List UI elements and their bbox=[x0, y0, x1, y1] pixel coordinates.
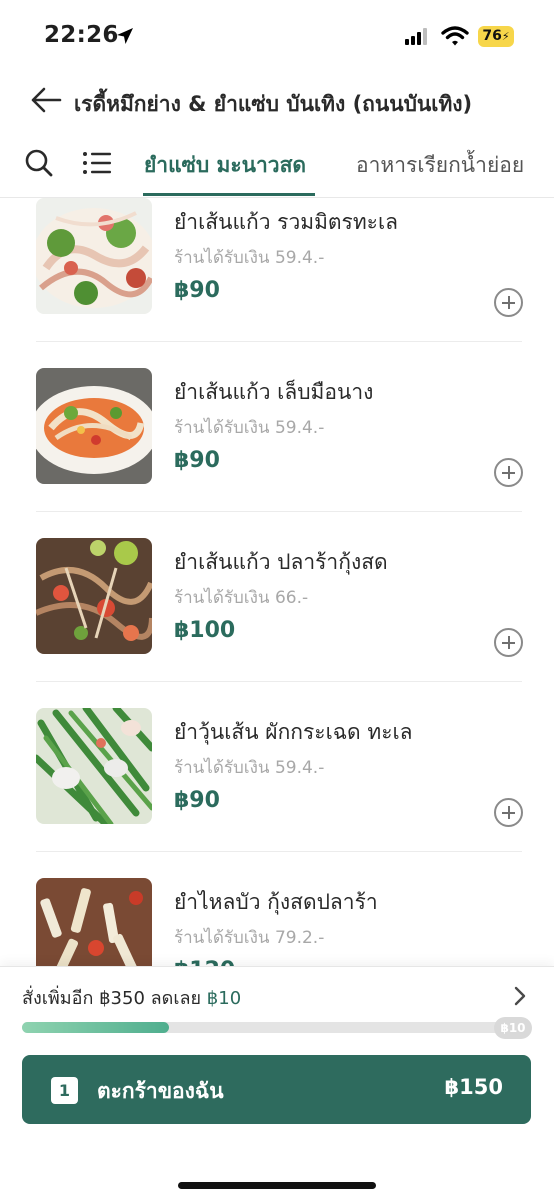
back-arrow-icon[interactable] bbox=[30, 86, 62, 114]
menu-item[interactable]: ยำไหลบัว กุ้งสดปลาร้า ร้านได้รับเงิน 79.… bbox=[0, 852, 554, 966]
item-price: ฿100 bbox=[174, 618, 236, 643]
add-item-button[interactable] bbox=[494, 458, 523, 487]
search-icon[interactable] bbox=[24, 148, 54, 178]
item-price: ฿90 bbox=[174, 788, 220, 813]
promo-discount: ฿10 bbox=[206, 988, 242, 1009]
cart-label: ตะกร้าของฉัน bbox=[97, 1079, 224, 1103]
promo-goal-badge: ฿10 bbox=[494, 1017, 532, 1039]
category-tabbar: ยำแซ่บ มะนาวสด อาหารเรียกน้ำย่อย bbox=[0, 132, 554, 198]
promo-progress-bar bbox=[22, 1022, 528, 1033]
menu-item-list[interactable]: ยำเส้นแก้ว รวมมิตรทะเล ร้านได้รับเงิน 59… bbox=[0, 198, 554, 966]
shrimp-salad-photo bbox=[36, 538, 152, 654]
location-arrow-icon bbox=[117, 28, 133, 44]
item-name: ยำเส้นแก้ว ปลาร้ากุ้งสด bbox=[174, 550, 388, 574]
item-price: ฿120 bbox=[174, 958, 235, 966]
status-time: 22:26 bbox=[44, 22, 119, 48]
item-store-receives: ร้านได้รับเงิน 59.4.- bbox=[174, 248, 325, 268]
category-list-icon[interactable] bbox=[82, 150, 112, 176]
menu-item[interactable]: ยำเส้นแก้ว เล็บมือนาง ร้านได้รับเงิน 59.… bbox=[0, 342, 554, 512]
battery-level: 76 bbox=[482, 28, 502, 44]
lotus-stem-salad-photo bbox=[36, 878, 152, 966]
chevron-right-icon[interactable] bbox=[512, 985, 528, 1007]
wifi-icon bbox=[441, 26, 469, 46]
item-name: ยำเส้นแก้ว รวมมิตรทะเล bbox=[174, 210, 399, 234]
item-name: ยำไหลบัว กุ้งสดปลาร้า bbox=[174, 890, 378, 914]
item-store-receives: ร้านได้รับเงิน 59.4.- bbox=[174, 758, 325, 778]
item-store-receives: ร้านได้รับเงิน 66.- bbox=[174, 588, 309, 608]
view-cart-button[interactable]: 1 ตะกร้าของฉัน ฿150 bbox=[22, 1055, 531, 1124]
item-name: ยำวุ้นเส้น ผักกระเฉด ทะเล bbox=[174, 720, 413, 744]
tab-yam-saeb[interactable]: ยำแซ่บ มะนาวสด bbox=[144, 149, 306, 182]
cart-count-badge: 1 bbox=[51, 1077, 78, 1104]
home-indicator bbox=[178, 1182, 376, 1189]
cellular-signal-icon bbox=[405, 28, 429, 45]
promo-progress-fill bbox=[22, 1022, 169, 1033]
tab-appetizers[interactable]: อาหารเรียกน้ำย่อย bbox=[356, 149, 524, 182]
cart-panel: สั่งเพิ่มอีก ฿350 ลดเลย ฿10 ฿10 1 ตะกร้า… bbox=[0, 966, 554, 1200]
promo-prefix: สั่งเพิ่มอีก ฿350 ลดเลย bbox=[22, 988, 207, 1009]
add-item-button[interactable] bbox=[494, 288, 523, 317]
cart-total: ฿150 bbox=[444, 1075, 503, 1099]
seafood-salad-photo bbox=[36, 198, 152, 314]
menu-item[interactable]: ยำวุ้นเส้น ผักกระเฉด ทะเล ร้านได้รับเงิน… bbox=[0, 682, 554, 852]
item-store-receives: ร้านได้รับเงิน 59.4.- bbox=[174, 418, 325, 438]
menu-item[interactable]: ยำเส้นแก้ว รวมมิตรทะเล ร้านได้รับเงิน 59… bbox=[0, 198, 554, 342]
store-header: เรดี้หมึกย่าง & ยำแซ่บ บันเทิง (ถนนบันเท… bbox=[0, 72, 554, 130]
status-bar: 22:26 76⚡ bbox=[0, 0, 554, 72]
item-price: ฿90 bbox=[174, 448, 220, 473]
item-store-receives: ร้านได้รับเงิน 79.2.- bbox=[174, 928, 325, 948]
active-tab-underline bbox=[143, 193, 315, 196]
promo-message[interactable]: สั่งเพิ่มอีก ฿350 ลดเลย ฿10 bbox=[22, 983, 241, 1012]
menu-item[interactable]: ยำเส้นแก้ว ปลาร้ากุ้งสด ร้านได้รับเงิน 6… bbox=[0, 512, 554, 682]
add-item-button[interactable] bbox=[494, 798, 523, 827]
item-price: ฿90 bbox=[174, 278, 220, 303]
battery-indicator: 76⚡ bbox=[478, 26, 514, 47]
water-mimosa-salad-photo bbox=[36, 708, 152, 824]
item-name: ยำเส้นแก้ว เล็บมือนาง bbox=[174, 380, 374, 404]
add-item-button[interactable] bbox=[494, 628, 523, 657]
chicken-feet-salad-photo bbox=[36, 368, 152, 484]
store-title: เรดี้หมึกย่าง & ยำแซ่บ บันเทิง (ถนนบันเท… bbox=[74, 92, 473, 116]
charging-bolt-icon: ⚡ bbox=[501, 30, 510, 43]
